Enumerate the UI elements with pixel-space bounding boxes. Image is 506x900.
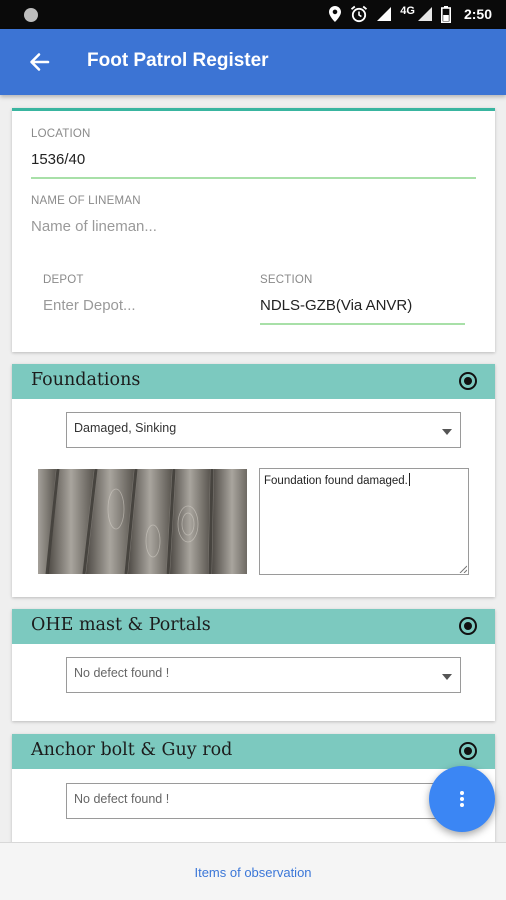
more-options-fab[interactable] [429, 766, 495, 832]
section-title: Foundations [31, 370, 141, 390]
anchor-bolt-card: Anchor bolt & Guy rod No defect found ! [12, 734, 495, 846]
lineman-input[interactable]: Name of lineman... [31, 218, 157, 235]
app-bar: Foot Patrol Register [0, 29, 506, 95]
foundations-card: Foundations Damaged, Sinking Foundation … [12, 364, 495, 597]
section-title: Anchor bolt & Guy rod [31, 740, 233, 760]
dropdown-value: No defect found ! [74, 666, 170, 680]
defect-dropdown[interactable]: No defect found ! [66, 783, 461, 819]
dropdown-value: Damaged, Sinking [74, 421, 177, 435]
back-arrow-icon[interactable] [26, 49, 52, 75]
radio-selected-icon[interactable] [459, 617, 477, 635]
network-type: 4G [400, 5, 415, 17]
defect-dropdown[interactable]: No defect found ! [66, 657, 461, 693]
ohe-mast-card: OHE mast & Portals No defect found ! [12, 609, 495, 721]
bottom-bar: Items of observation [0, 842, 506, 900]
section-input[interactable]: NDLS-GZB(Via ANVR) [260, 297, 412, 314]
dropdown-value: No defect found ! [74, 792, 170, 806]
section-title: OHE mast & Portals [31, 615, 211, 635]
radio-selected-icon[interactable] [459, 372, 477, 390]
location-icon [329, 6, 342, 22]
alarm-icon [351, 5, 368, 23]
signal-icon [377, 7, 392, 21]
radio-selected-icon[interactable] [459, 742, 477, 760]
notification-dot-icon [24, 8, 38, 22]
section-header: Anchor bolt & Guy rod [12, 734, 495, 769]
foundation-photo[interactable] [38, 469, 247, 574]
remarks-text: Foundation found damaged. [264, 475, 408, 487]
section-label: SECTION [260, 274, 313, 286]
location-input[interactable]: 1536/40 [31, 151, 85, 168]
signal-icon [417, 7, 432, 21]
status-bar: 4G 2:50 [0, 0, 506, 29]
wood-texture-image [38, 469, 247, 574]
page-title: Foot Patrol Register [87, 50, 269, 71]
more-vert-icon [460, 791, 464, 807]
depot-input[interactable]: Enter Depot... [43, 297, 136, 314]
section-header: Foundations [12, 364, 495, 399]
battery-icon [440, 5, 451, 23]
dropdown-arrow-icon [442, 429, 452, 435]
text-cursor [408, 473, 410, 486]
patrol-info-card: LOCATION 1536/40 NAME OF LINEMAN Name of… [12, 108, 495, 352]
dropdown-arrow-icon [442, 674, 452, 680]
resize-handle-icon[interactable] [459, 565, 467, 573]
section-header: OHE mast & Portals [12, 609, 495, 644]
section-underline [260, 323, 465, 325]
items-of-observation-link[interactable]: Items of observation [0, 865, 506, 880]
location-underline [31, 177, 476, 179]
depot-label: DEPOT [43, 274, 84, 286]
remarks-textarea[interactable]: Foundation found damaged. [259, 468, 469, 575]
defect-dropdown[interactable]: Damaged, Sinking [66, 412, 461, 448]
location-label: LOCATION [31, 128, 91, 140]
lineman-label: NAME OF LINEMAN [31, 195, 141, 207]
clock: 2:50 [463, 6, 492, 22]
